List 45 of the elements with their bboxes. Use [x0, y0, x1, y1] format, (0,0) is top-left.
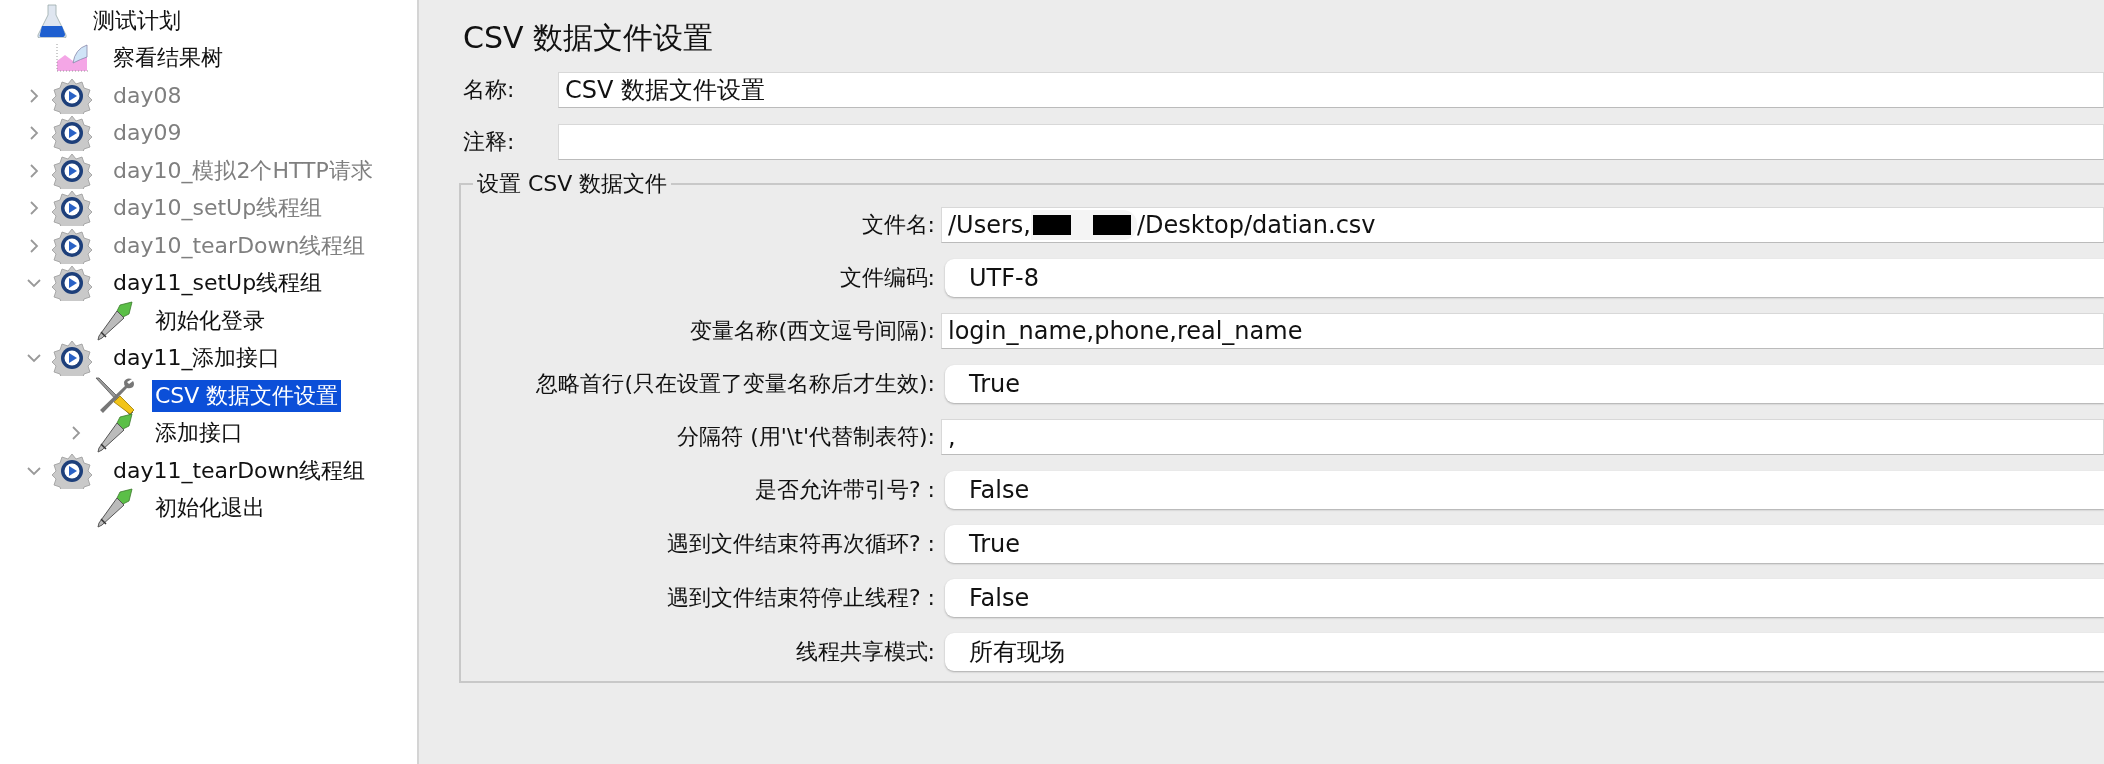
- panel-title: CSV 数据文件设置: [463, 19, 715, 57]
- field-label: 线程共享模式:: [794, 638, 936, 666]
- tree-item[interactable]: 初始化登录: [152, 304, 268, 337]
- input-field[interactable]: ,: [941, 419, 2104, 455]
- comment-field[interactable]: [558, 124, 2104, 160]
- expand-chevron-icon[interactable]: [71, 425, 81, 442]
- gear-icon: [50, 265, 94, 302]
- collapse-chevron-icon[interactable]: [26, 353, 42, 364]
- input-field[interactable]: login_name,phone,real_name: [941, 313, 2104, 349]
- gear-icon: [50, 115, 94, 152]
- gear-icon: [50, 227, 94, 264]
- gear-icon: [50, 152, 94, 189]
- tree-item[interactable]: day11_setUp线程组: [110, 267, 326, 300]
- field-label: 分隔符 (用'\t'代替制表符):: [676, 423, 936, 451]
- field-label: 忽略首行(只在设置了变量名称后才生效):: [535, 370, 936, 398]
- field-label: 遇到文件结束符再次循环? :: [665, 530, 936, 558]
- tree-item[interactable]: 初始化退出: [152, 492, 268, 525]
- field-label: 变量名称(西文逗号间隔):: [689, 317, 936, 345]
- input-field[interactable]: /Users, /Desktop/datian.csv: [941, 207, 2104, 243]
- dropdown[interactable]: False: [945, 579, 2104, 617]
- name-field[interactable]: CSV 数据文件设置: [558, 72, 2104, 108]
- dropdown[interactable]: True: [945, 365, 2104, 403]
- field-label: 文件名:: [860, 211, 936, 239]
- gear-icon: [50, 340, 94, 377]
- tree-item[interactable]: day11_添加接口: [110, 342, 284, 375]
- field-label: 注释:: [463, 128, 516, 156]
- field-label: 是否允许带引号? :: [753, 476, 936, 504]
- gear-icon: [50, 77, 94, 114]
- tools-icon: [92, 375, 136, 416]
- tree-item[interactable]: 测试计划: [90, 4, 184, 37]
- tree-item[interactable]: day11_tearDown线程组: [110, 454, 369, 487]
- dropdown[interactable]: False: [945, 471, 2104, 509]
- dropdown[interactable]: True: [945, 525, 2104, 563]
- tree-item[interactable]: CSV 数据文件设置: [152, 379, 342, 412]
- field-label: 遇到文件结束符停止线程? :: [665, 584, 936, 612]
- tree-item[interactable]: 添加接口: [152, 417, 246, 450]
- collapse-chevron-icon[interactable]: [26, 278, 42, 289]
- field-label: 文件编码:: [838, 264, 936, 292]
- dropdown[interactable]: UTF-8: [945, 259, 2104, 297]
- tree-item[interactable]: 察看结果树: [110, 42, 226, 75]
- collapse-chevron-icon[interactable]: [26, 465, 42, 476]
- gear-icon: [50, 190, 94, 227]
- field-label: 名称:: [463, 76, 516, 104]
- dropdown[interactable]: 所有现场: [945, 633, 2104, 671]
- gear-icon: [50, 452, 94, 489]
